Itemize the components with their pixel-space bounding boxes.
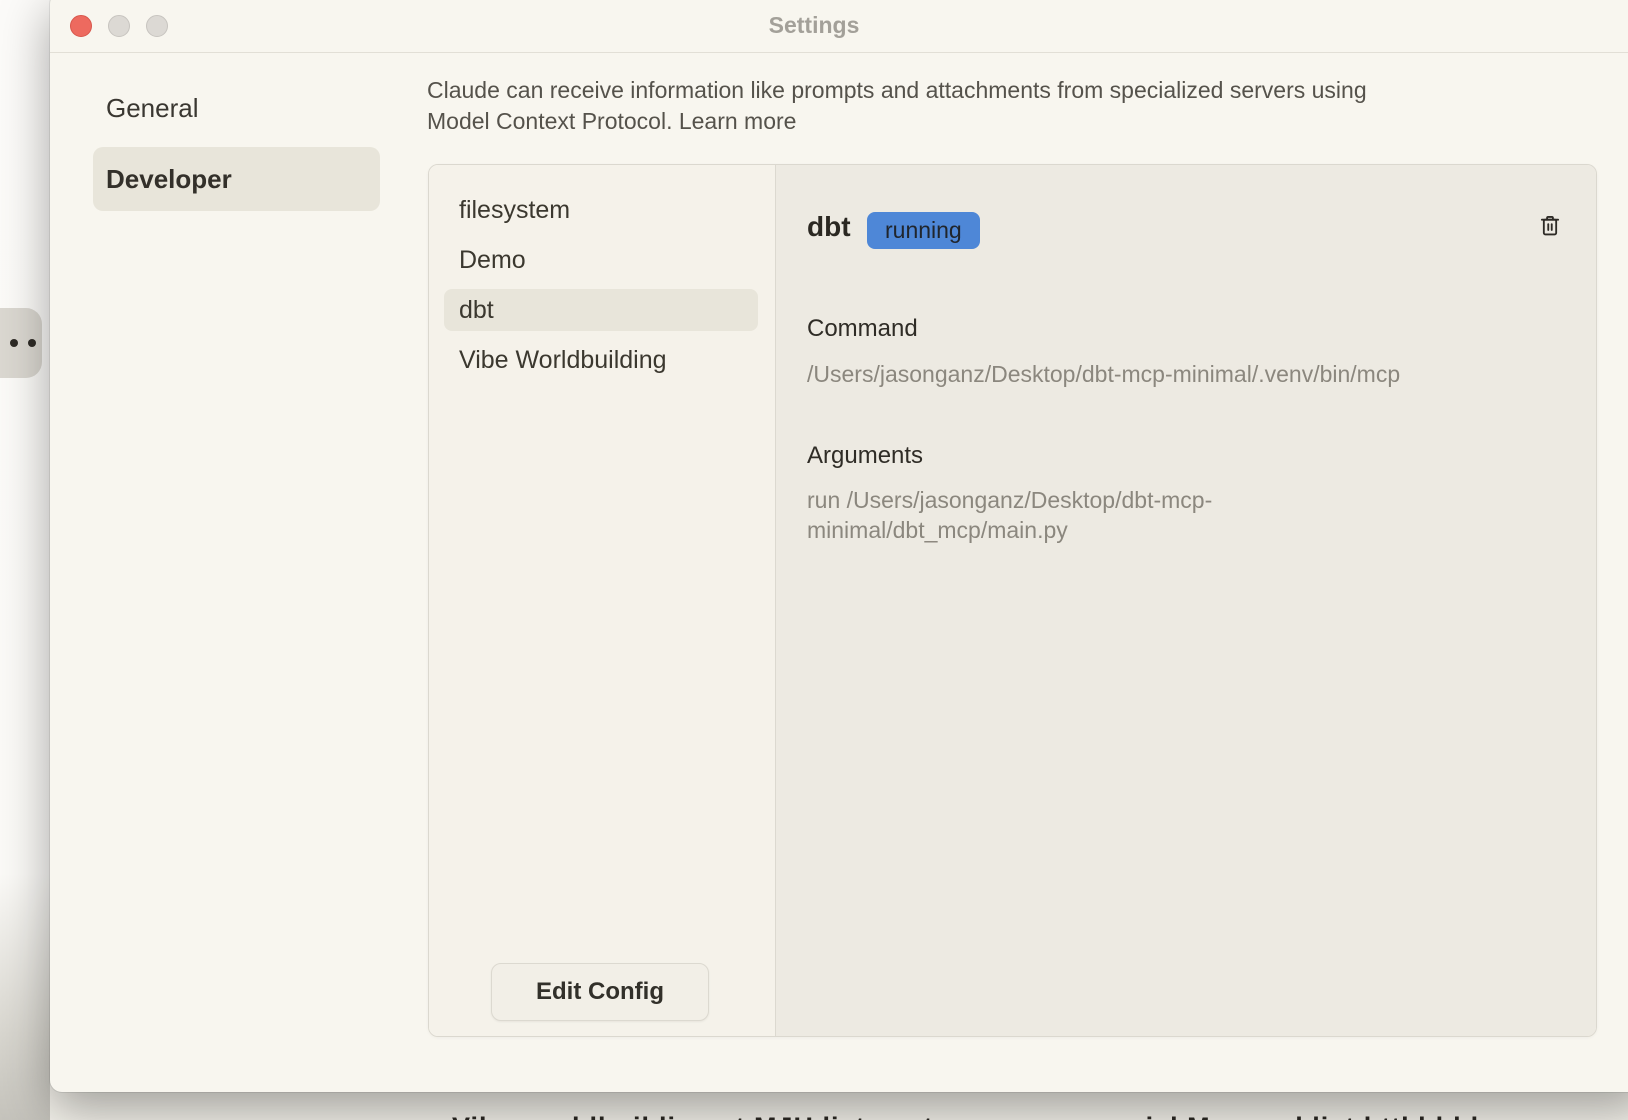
clipped-background-text: Vibe worldbuilding at MJH list customers… xyxy=(452,1112,1628,1120)
arguments-value: run /Users/jasonganz/Desktop/dbt-mcp- mi… xyxy=(807,485,1507,545)
server-detail: dbt running Command /Users/jasonganz/Des… xyxy=(776,165,1596,1036)
arguments-value-line1: run /Users/jasonganz/Desktop/dbt-mcp- xyxy=(807,487,1212,513)
mcp-description: Claude can receive information like prom… xyxy=(427,75,1367,137)
status-badge: running xyxy=(867,212,980,249)
command-label: Command xyxy=(807,315,918,343)
description-line2: Model Context Protocol. xyxy=(427,108,679,134)
trash-icon xyxy=(1537,227,1563,242)
server-list-item-demo[interactable]: Demo xyxy=(429,235,775,285)
close-window-button[interactable] xyxy=(70,15,92,37)
mcp-servers-panel: filesystem Demo dbt Vibe Worldbuilding E… xyxy=(428,164,1597,1037)
arguments-value-line2: minimal/dbt_mcp/main.py xyxy=(807,517,1068,543)
sidebar-item-developer[interactable]: Developer xyxy=(93,147,380,211)
command-value: /Users/jasonganz/Desktop/dbt-mcp-minimal… xyxy=(807,359,1400,389)
background-app-strip xyxy=(0,0,50,1120)
edit-config-button[interactable]: Edit Config xyxy=(491,963,709,1021)
window-title: Settings xyxy=(769,12,860,39)
server-list-item-filesystem[interactable]: filesystem xyxy=(429,185,775,235)
server-list-item-vibe-worldbuilding[interactable]: Vibe Worldbuilding xyxy=(429,335,775,385)
sidebar-item-general[interactable]: General xyxy=(106,93,199,124)
dot-icon xyxy=(10,339,18,347)
learn-more-link[interactable]: Learn more xyxy=(679,108,797,134)
description-line1: Claude can receive information like prom… xyxy=(427,77,1367,103)
settings-window: Settings General Developer Claude can re… xyxy=(50,0,1628,1092)
server-name: dbt xyxy=(807,211,851,243)
server-list: filesystem Demo dbt Vibe Worldbuilding E… xyxy=(429,165,776,1036)
background-app-tab[interactable] xyxy=(0,308,42,378)
maximize-window-button[interactable] xyxy=(146,15,168,37)
arguments-label: Arguments xyxy=(807,442,923,470)
minimize-window-button[interactable] xyxy=(108,15,130,37)
sidebar-item-label: Developer xyxy=(106,164,232,195)
server-list-item-dbt[interactable]: dbt xyxy=(444,289,758,331)
delete-server-button[interactable] xyxy=(1537,213,1563,239)
dot-icon xyxy=(28,339,36,347)
titlebar: Settings xyxy=(50,0,1628,53)
